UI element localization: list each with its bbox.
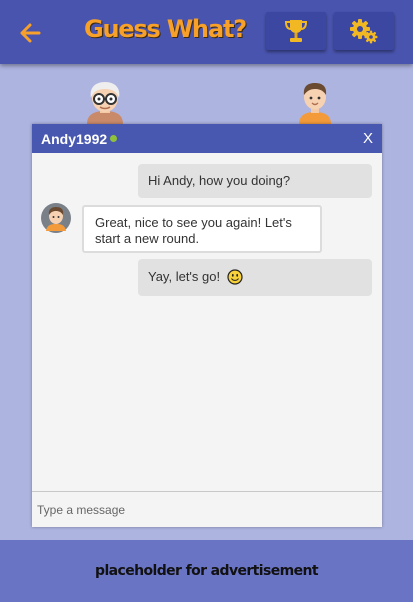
arrow-left-icon	[20, 23, 41, 43]
grandpa-avatar	[83, 78, 127, 124]
back-button[interactable]	[14, 18, 48, 48]
incoming-message: Great, nice to see you again! Let's star…	[82, 205, 322, 253]
message-input-area	[32, 491, 382, 527]
advertisement-text: placeholder for advertisement	[95, 563, 318, 579]
top-bar: Guess What?	[0, 0, 413, 64]
outgoing-message: Hi Andy, how you doing?	[138, 164, 372, 198]
app-title: Guess What?	[84, 15, 247, 43]
trophy-button[interactable]	[266, 12, 326, 50]
chat-window: Andy1992 X Hi Andy, how you doing? Great…	[32, 124, 382, 527]
message-input[interactable]	[32, 492, 382, 527]
gears-icon	[350, 19, 378, 44]
advertisement-banner[interactable]: placeholder for advertisement	[0, 540, 413, 602]
message-text: Yay, let's go!	[148, 269, 221, 284]
online-status-icon	[110, 135, 117, 142]
chat-header: Andy1992 X	[32, 124, 382, 153]
close-chat-button[interactable]: X	[363, 130, 373, 147]
boy-avatar	[293, 78, 337, 124]
outgoing-message: Yay, let's go!	[138, 259, 372, 296]
chat-username: Andy1992	[41, 131, 108, 147]
boy-avatar-small	[41, 203, 71, 233]
trophy-icon	[284, 20, 308, 42]
smiley-icon	[227, 269, 243, 285]
settings-button[interactable]	[334, 12, 394, 50]
